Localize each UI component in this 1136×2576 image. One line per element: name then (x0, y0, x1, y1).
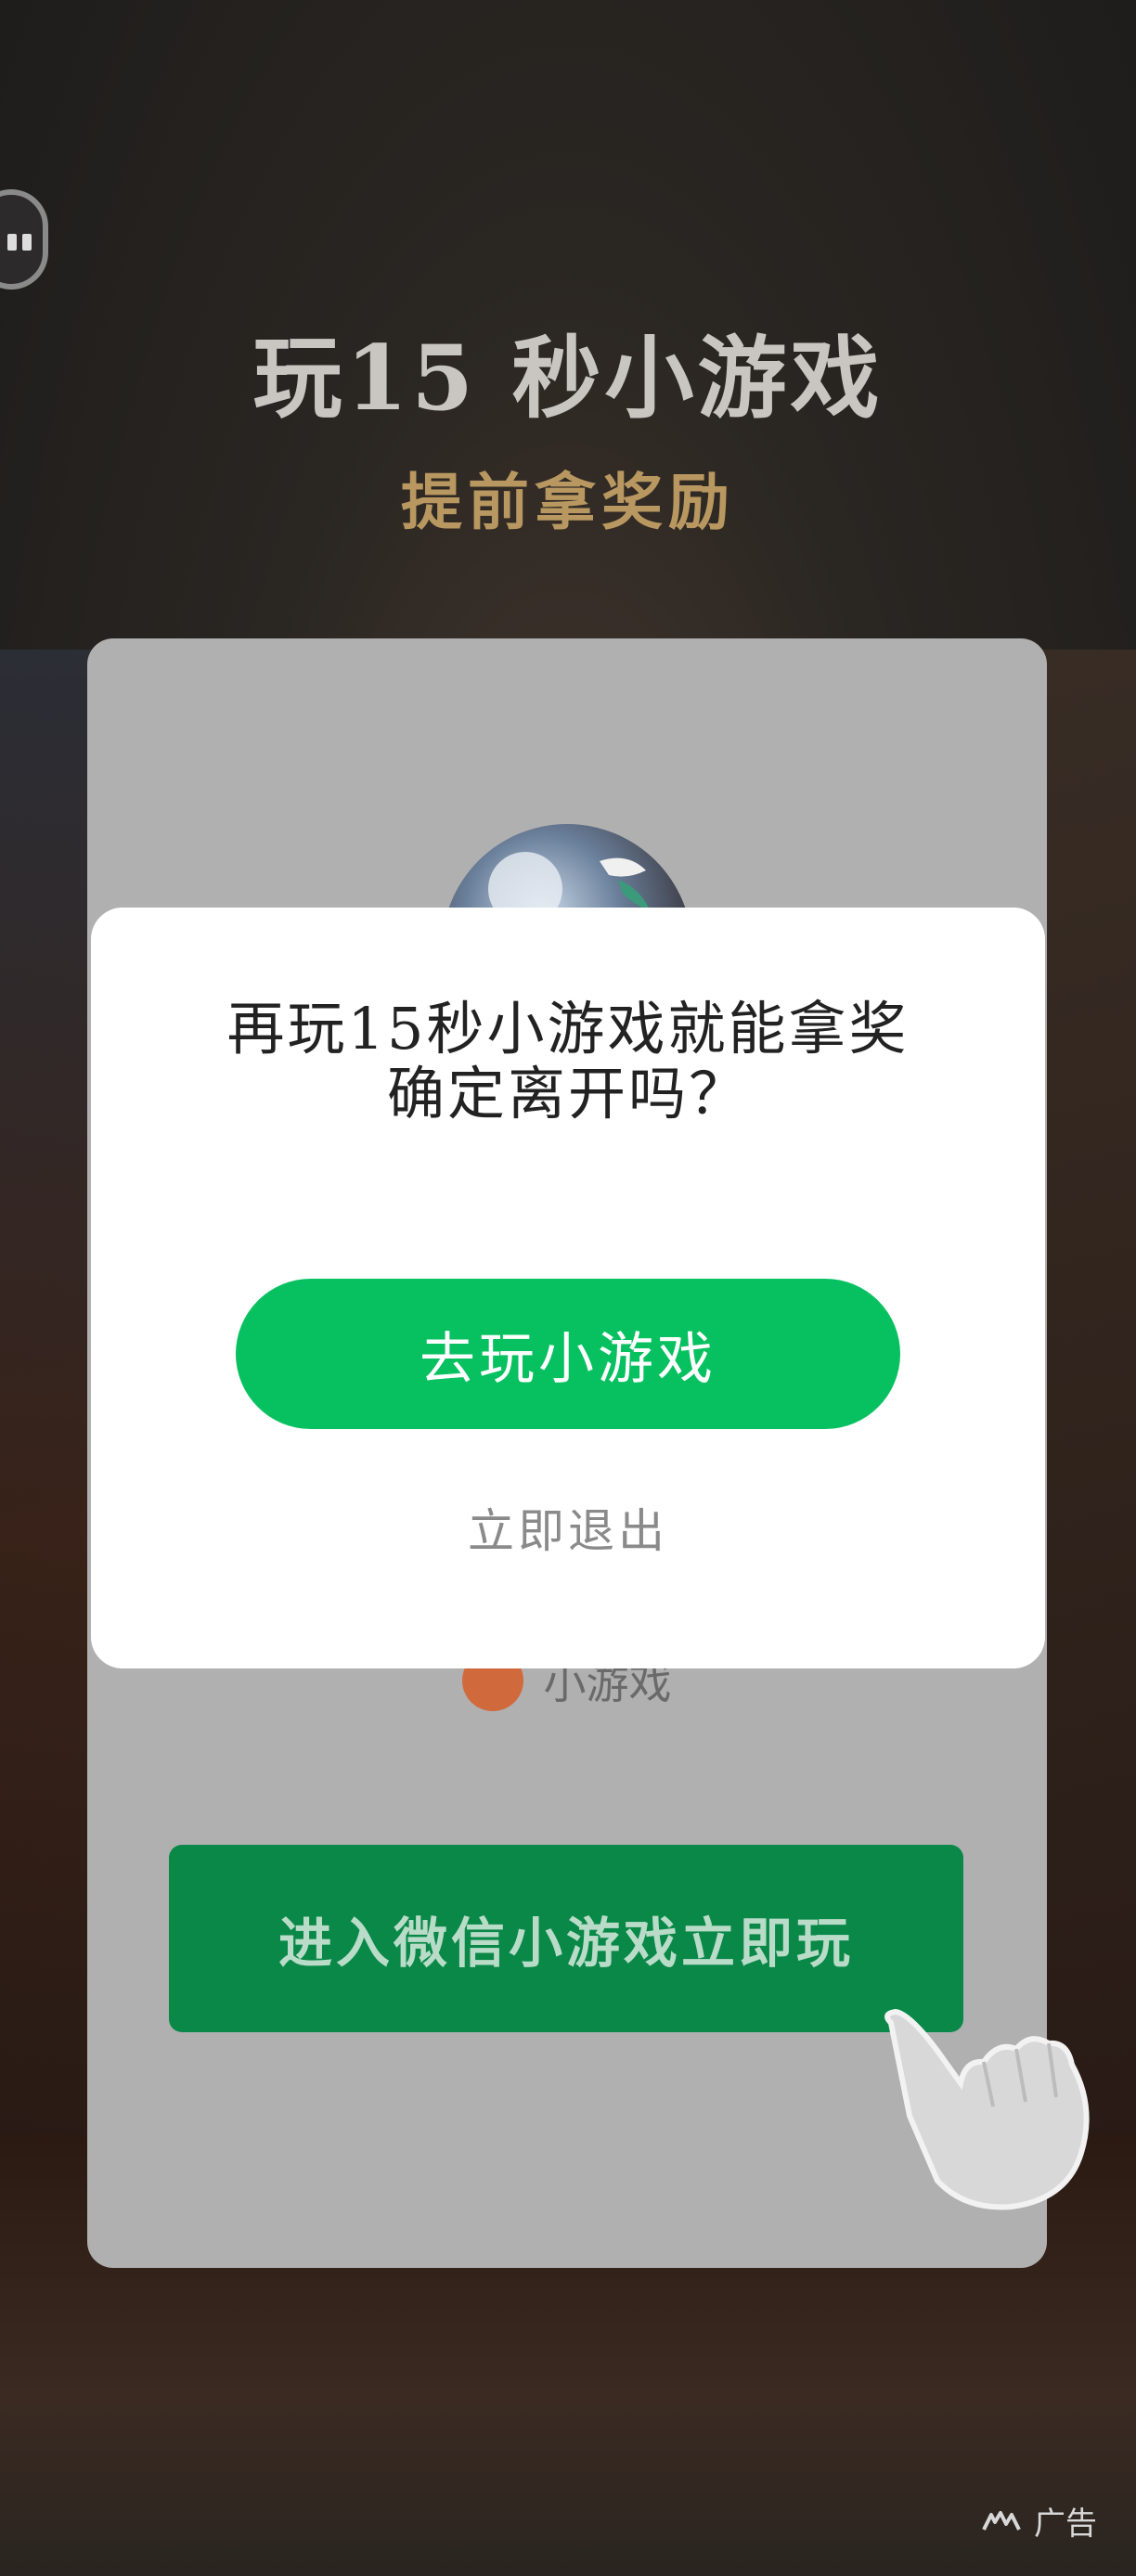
ad-label-text: 广告 (1034, 2505, 1097, 2543)
enter-game-button[interactable]: 进入微信小游戏立即玩 (169, 1845, 963, 2032)
dialog-message-line1: 再玩15秒小游戏就能拿奖 (226, 995, 910, 1063)
pause-button[interactable] (0, 189, 48, 290)
pause-icon-bar (22, 234, 32, 251)
pointing-hand-icon (872, 2004, 1114, 2218)
play-game-button[interactable]: 去玩小游戏 (236, 1279, 900, 1429)
ad-brand-icon (982, 2510, 1021, 2531)
headline: 玩15 秒小游戏 (252, 326, 884, 431)
pause-icon (7, 234, 17, 251)
subline: 提前拿奖励 (401, 466, 735, 538)
ad-label: 广告 (982, 2498, 1097, 2544)
exit-now-link[interactable]: 立即退出 (91, 1494, 1045, 1561)
leave-confirm-dialog: 再玩15秒小游戏就能拿奖 确定离开吗？ 去玩小游戏 立即退出 (91, 908, 1045, 1668)
dialog-message-line2: 确定离开吗？ (386, 1060, 749, 1127)
dialog-message: 再玩15秒小游戏就能拿奖 确定离开吗？ (91, 997, 1045, 1127)
